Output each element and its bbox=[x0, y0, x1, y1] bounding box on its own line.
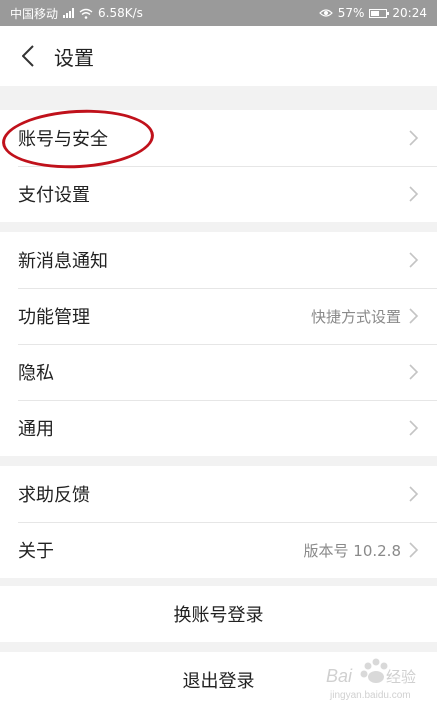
settings-item-label: 求助反馈 bbox=[18, 485, 90, 506]
carrier-label: 中国移动 bbox=[10, 6, 59, 21]
settings-item-account-security[interactable]: 账号与安全 bbox=[0, 110, 437, 166]
clock: 20:24 bbox=[392, 6, 427, 20]
eye-icon bbox=[318, 9, 333, 17]
chevron-right-icon bbox=[409, 130, 419, 146]
settings-item-value: 版本号 10.2.8 bbox=[303, 541, 401, 560]
settings-item-about[interactable]: 关于 版本号 10.2.8 bbox=[0, 522, 437, 578]
battery-icon bbox=[369, 8, 390, 18]
settings-group-general: 新消息通知 功能管理 快捷方式设置 隐私 通用 bbox=[0, 232, 437, 456]
baidu-watermark: Bai 经验 jingyan.baidu.com bbox=[322, 656, 432, 704]
chevron-right-icon bbox=[409, 486, 419, 502]
signal-icon bbox=[63, 8, 75, 18]
settings-item-privacy[interactable]: 隐私 bbox=[0, 344, 437, 400]
settings-item-label: 关于 bbox=[18, 541, 54, 562]
chevron-right-icon bbox=[409, 308, 419, 324]
settings-item-features[interactable]: 功能管理 快捷方式设置 bbox=[0, 288, 437, 344]
settings-item-general[interactable]: 通用 bbox=[0, 400, 437, 456]
switch-account-button[interactable]: 换账号登录 bbox=[0, 586, 437, 642]
settings-item-label: 账号与安全 bbox=[18, 129, 108, 150]
settings-item-label: 支付设置 bbox=[18, 185, 90, 206]
watermark-url: jingyan.baidu.com bbox=[329, 690, 411, 701]
settings-item-notifications[interactable]: 新消息通知 bbox=[0, 232, 437, 288]
network-speed: 6.58K/s bbox=[98, 6, 143, 20]
back-button[interactable] bbox=[8, 26, 48, 86]
settings-item-label: 功能管理 bbox=[18, 307, 90, 328]
settings-item-feedback[interactable]: 求助反馈 bbox=[0, 466, 437, 522]
settings-item-payment[interactable]: 支付设置 bbox=[0, 166, 437, 222]
svg-text:Bai: Bai bbox=[326, 666, 353, 686]
chevron-right-icon bbox=[409, 186, 419, 202]
settings-item-value: 快捷方式设置 bbox=[310, 307, 401, 326]
page-title: 设置 bbox=[54, 45, 94, 70]
chevron-right-icon bbox=[409, 542, 419, 558]
svg-text:经验: 经验 bbox=[386, 668, 416, 686]
header: 设置 bbox=[0, 26, 437, 86]
chevron-right-icon bbox=[409, 252, 419, 268]
settings-group-help: 求助反馈 关于 版本号 10.2.8 bbox=[0, 466, 437, 578]
chevron-right-icon bbox=[409, 420, 419, 436]
chevron-left-icon bbox=[22, 45, 34, 67]
wifi-icon bbox=[79, 8, 93, 19]
battery-percent: 57% bbox=[337, 6, 365, 20]
settings-item-label: 通用 bbox=[18, 419, 54, 440]
chevron-right-icon bbox=[409, 364, 419, 380]
status-bar: 中国移动 6.58K/s 57% 20:24 bbox=[0, 0, 437, 26]
settings-item-label: 新消息通知 bbox=[18, 251, 108, 272]
settings-item-label: 隐私 bbox=[18, 363, 54, 384]
settings-group-account: 账号与安全 支付设置 bbox=[0, 110, 437, 222]
